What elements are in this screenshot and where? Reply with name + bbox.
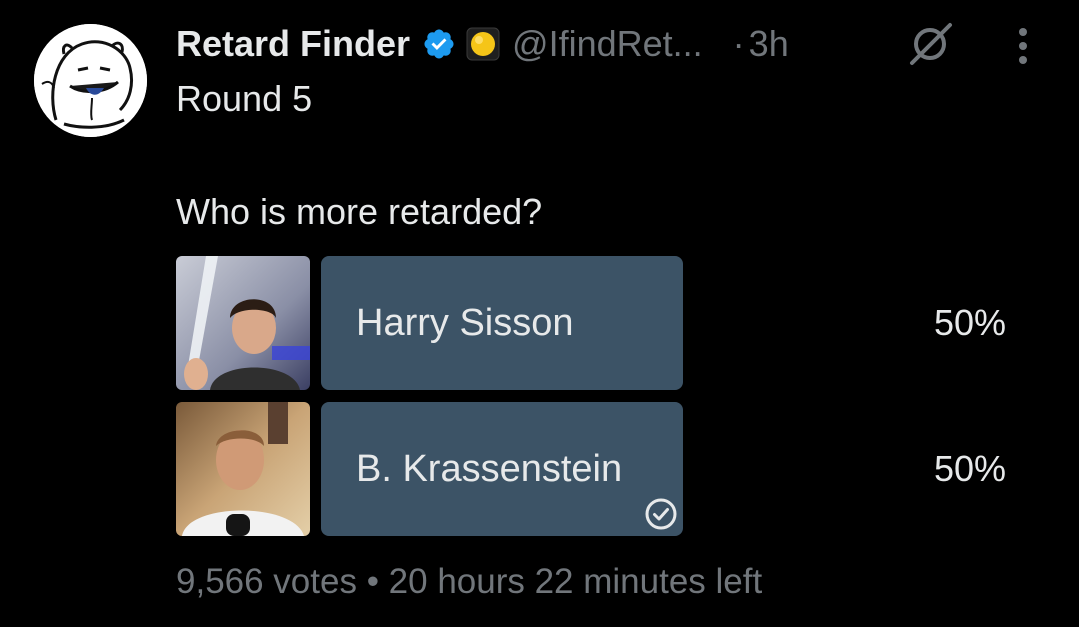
poll-option-percent: 50%	[933, 302, 1006, 343]
verified-badge-icon[interactable]	[422, 27, 456, 61]
poll-option-percent: 50%	[933, 448, 1006, 489]
poll-option-b-krassenstein[interactable]: B. Krassenstein 50%	[176, 402, 1036, 536]
tweet-timestamp[interactable]: 3h	[749, 23, 789, 65]
harry-sisson-photo	[176, 256, 310, 390]
cartoon-face-avatar-icon	[34, 24, 147, 137]
author-handle[interactable]: @IfindRet...	[512, 23, 703, 65]
separator-dot: ·	[732, 23, 745, 64]
poll-question: Who is more retarded?	[176, 191, 543, 232]
grok-icon[interactable]	[904, 17, 956, 69]
poll-option-label-text: Harry Sisson	[356, 302, 574, 344]
more-vertical-icon[interactable]	[1008, 26, 1038, 66]
poll-footer: 9,566 votes • 20 hours 22 minutes left	[176, 562, 763, 601]
affiliate-badge-icon[interactable]	[466, 27, 500, 61]
voted-check-icon	[644, 452, 678, 530]
b-krassenstein-photo	[176, 402, 310, 536]
tweet-text: Round 5	[176, 78, 313, 119]
tweet-header: Retard Finder @IfindRet... · 3h	[176, 20, 789, 68]
poll-option-label-text: B. Krassenstein	[356, 448, 623, 490]
author-display-name[interactable]: Retard Finder	[176, 23, 410, 65]
poll-option-label: Harry Sisson	[356, 256, 574, 390]
poll-option-harry-sisson[interactable]: Harry Sisson 50%	[176, 256, 1036, 390]
poll-option-label: B. Krassenstein	[356, 402, 678, 536]
author-avatar[interactable]	[34, 24, 147, 137]
